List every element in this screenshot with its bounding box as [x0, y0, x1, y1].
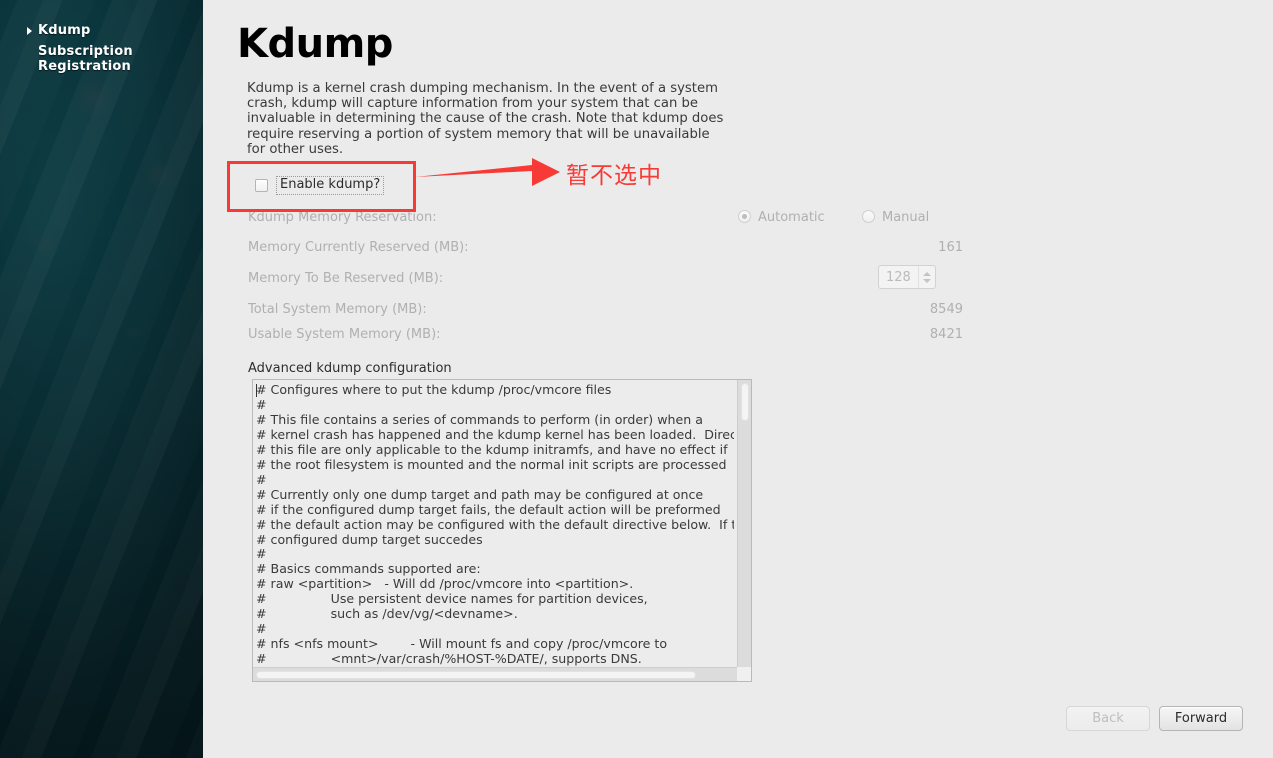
- sidebar-item-kdump[interactable]: Kdump: [0, 23, 203, 38]
- enable-kdump-row[interactable]: Enable kdump?: [255, 176, 385, 195]
- enable-kdump-label[interactable]: Enable kdump?: [276, 176, 385, 195]
- total-system-memory-row: Total System Memory (MB): 8549: [248, 302, 963, 322]
- sidebar-item-subscription-registration-label: Subscription Registration: [38, 44, 133, 74]
- back-button[interactable]: Back: [1066, 706, 1150, 731]
- chevron-up-icon[interactable]: [923, 271, 931, 276]
- vertical-scrollbar[interactable]: [737, 380, 751, 669]
- advanced-config-content[interactable]: # Configures where to put the kdump /pro…: [256, 383, 734, 668]
- chevron-down-icon[interactable]: [923, 278, 931, 283]
- advanced-config-label: Advanced kdump configuration: [248, 361, 452, 376]
- sidebar-nav-list: Kdump Subscription Registration: [0, 23, 203, 80]
- spinner-buttons[interactable]: [918, 266, 935, 288]
- radio-automatic-indicator[interactable]: [738, 210, 751, 223]
- memory-to-be-reserved-spinner[interactable]: 128: [878, 265, 936, 289]
- arrow-right-icon: [27, 27, 32, 35]
- memory-to-be-reserved-row: Memory To Be Reserved (MB):: [248, 271, 948, 291]
- memory-reservation-label: Kdump Memory Reservation:: [248, 210, 437, 225]
- memory-currently-reserved-value: 161: [938, 240, 963, 255]
- main-content: Kdump Kdump is a kernel crash dumping me…: [203, 0, 1273, 758]
- horizontal-scrollbar-thumb[interactable]: [256, 671, 696, 679]
- memory-currently-reserved-label: Memory Currently Reserved (MB):: [248, 240, 469, 255]
- radio-manual[interactable]: Manual: [862, 210, 929, 225]
- total-system-memory-label: Total System Memory (MB):: [248, 302, 427, 317]
- page-title: Kdump: [237, 21, 393, 67]
- radio-manual-indicator[interactable]: [862, 210, 875, 223]
- annotation-text: 暂不选中: [566, 163, 662, 189]
- kdump-configuration-window: Kdump Subscription Registration Kdump Kd…: [0, 0, 1273, 758]
- total-system-memory-value: 8549: [929, 302, 963, 317]
- scrollbar-corner: [737, 667, 751, 681]
- radio-manual-label: Manual: [882, 210, 930, 225]
- vertical-scrollbar-thumb[interactable]: [741, 383, 749, 421]
- enable-kdump-checkbox[interactable]: [255, 179, 268, 192]
- memory-currently-reserved-row: Memory Currently Reserved (MB): 161: [248, 240, 963, 260]
- radio-automatic[interactable]: Automatic: [738, 210, 825, 225]
- usable-system-memory-row: Usable System Memory (MB): 8421: [248, 327, 963, 347]
- advanced-config-textarea[interactable]: # Configures where to put the kdump /pro…: [252, 379, 752, 682]
- sidebar-item-subscription-registration[interactable]: Subscription Registration: [0, 44, 203, 74]
- forward-button[interactable]: Forward: [1159, 706, 1243, 731]
- usable-system-memory-label: Usable System Memory (MB):: [248, 327, 441, 342]
- horizontal-scrollbar[interactable]: [253, 667, 739, 681]
- page-description: Kdump is a kernel crash dumping mechanis…: [247, 81, 724, 157]
- sidebar-item-kdump-label: Kdump: [38, 23, 91, 38]
- usable-system-memory-value: 8421: [929, 327, 963, 342]
- radio-automatic-label: Automatic: [758, 210, 825, 225]
- sidebar: Kdump Subscription Registration: [0, 0, 203, 758]
- memory-to-be-reserved-label: Memory To Be Reserved (MB):: [248, 271, 444, 286]
- memory-to-be-reserved-input[interactable]: 128: [879, 266, 918, 288]
- memory-reservation-row: Kdump Memory Reservation: Automatic Manu…: [248, 210, 948, 230]
